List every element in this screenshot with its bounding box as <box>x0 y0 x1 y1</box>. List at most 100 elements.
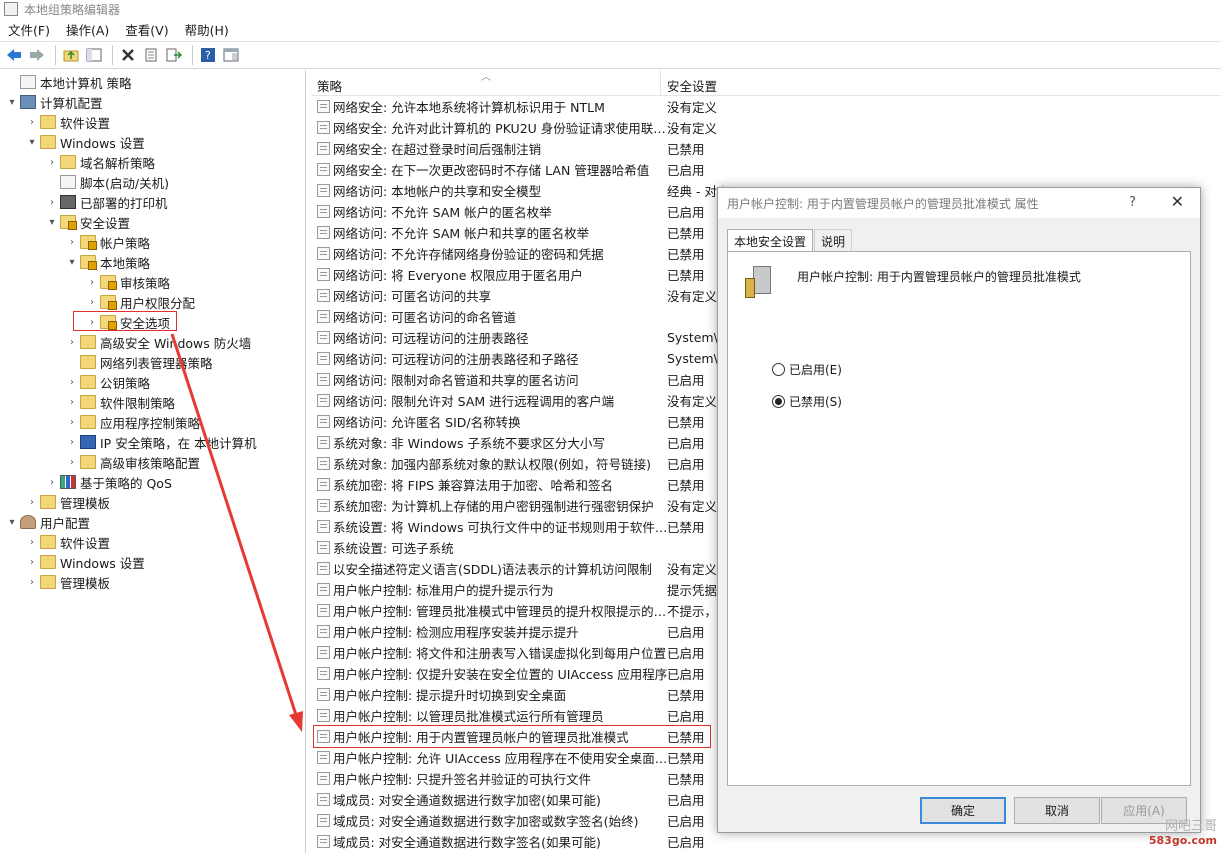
tree-item-label: 计算机配置 <box>40 95 103 111</box>
expand-arrow-icon[interactable]: › <box>66 437 78 448</box>
policy-name: 系统加密: 为计算机上存储的用户密钥强制进行强密钥保护 <box>333 499 654 514</box>
folder-icon <box>80 455 96 469</box>
tree-item-label: 基于策略的 QoS <box>80 475 172 491</box>
toolbar-separator <box>192 45 193 65</box>
policy-setting: 已禁用 <box>667 478 705 493</box>
policy-setting: 不提示，直 <box>667 604 723 619</box>
dialog-title-bar[interactable]: 用户帐户控制: 用于内置管理员帐户的管理员批准模式 属性 ? ✕ <box>718 188 1200 218</box>
help-button[interactable]: ? <box>1129 195 1136 210</box>
radio-enabled-label: 已启用(E) <box>789 363 842 377</box>
tree-item[interactable]: › 软件限制策略 <box>66 392 175 412</box>
tree-item-label: Windows 设置 <box>60 135 145 151</box>
expand-arrow-icon[interactable]: › <box>26 557 38 568</box>
expand-arrow-icon[interactable]: › <box>66 377 78 388</box>
expand-arrow-icon[interactable]: › <box>26 537 38 548</box>
expand-arrow-icon[interactable]: › <box>26 497 38 508</box>
tree-item-label: IP 安全策略，在 本地计算机 <box>100 435 257 451</box>
expand-arrow-icon[interactable]: › <box>26 117 38 128</box>
tree-item-label: 管理模板 <box>60 575 111 591</box>
tree-item-label: 域名解析策略 <box>80 155 156 171</box>
tree-item[interactable]: › IP 安全策略，在 本地计算机 <box>66 432 257 452</box>
help-icon[interactable]: ? <box>198 45 218 65</box>
tree-item[interactable]: ▾ 计算机配置 <box>6 92 103 112</box>
tree-item[interactable]: › 软件设置 <box>26 532 110 552</box>
tab-explain[interactable]: 说明 <box>814 229 853 252</box>
tree-item[interactable]: › 公钥策略 <box>66 372 150 392</box>
policy-name: 系统设置: 将 Windows 可执行文件中的证书规则用于软件… <box>333 520 668 535</box>
tree-item[interactable]: › 高级审核策略配置 <box>66 452 200 472</box>
tree-item[interactable]: 本地计算机 策略 <box>6 72 131 92</box>
expand-arrow-icon[interactable]: › <box>86 297 98 308</box>
tree-item[interactable]: › 已部署的打印机 <box>46 192 168 212</box>
forward-icon[interactable] <box>27 45 47 65</box>
column-divider[interactable] <box>660 70 661 96</box>
policy-row[interactable]: 网络安全: 在下一次更改密码时不存储 LAN 管理器哈希值 已启用 <box>311 159 1221 180</box>
policy-name: 域成员: 对安全通道数据进行数字加密(如果可能) <box>333 793 601 808</box>
policy-setting: 经典 - 对本地用户进行… <box>667 184 723 199</box>
column-policy[interactable]: 策略 <box>317 76 342 95</box>
tree-item[interactable]: › 管理模板 <box>26 492 110 512</box>
tree-item[interactable]: › 审核策略 <box>86 272 170 292</box>
tree-item[interactable]: › 基于策略的 QoS <box>46 472 172 492</box>
cancel-button[interactable]: 取消 <box>1014 797 1100 824</box>
expand-arrow-icon[interactable]: › <box>66 337 78 348</box>
folder-icon <box>40 535 56 549</box>
expand-arrow-icon[interactable]: › <box>66 457 78 468</box>
up-folder-icon[interactable] <box>61 45 81 65</box>
extend-view-icon[interactable] <box>221 45 241 65</box>
policy-row[interactable]: 网络安全: 允许对此计算机的 PKU2U 身份验证请求使用联… 没有定义 <box>311 117 1221 138</box>
folder-icon <box>80 355 96 369</box>
expand-arrow-icon[interactable]: ▾ <box>6 517 18 528</box>
expand-arrow-icon[interactable]: ▾ <box>66 257 78 268</box>
show-hide-tree-icon[interactable] <box>84 45 104 65</box>
radio-enabled[interactable]: 已启用(E) <box>772 361 842 378</box>
properties-icon[interactable] <box>141 45 161 65</box>
expand-arrow-icon[interactable]: ▾ <box>6 97 18 108</box>
tree-item[interactable]: › 帐户策略 <box>66 232 150 252</box>
policy-icon <box>317 310 330 323</box>
tree-item[interactable]: › 高级安全 Windows 防火墙 <box>66 332 251 352</box>
expand-arrow-icon[interactable]: ▾ <box>46 217 58 228</box>
expand-arrow-icon[interactable]: › <box>46 197 58 208</box>
policy-row[interactable]: 网络安全: 在超过登录时间后强制注销 已禁用 <box>311 138 1221 159</box>
tab-local-security-setting[interactable]: 本地安全设置 <box>727 229 814 253</box>
expand-arrow-icon[interactable]: ▾ <box>26 137 38 148</box>
menu-action[interactable]: 操作(A) <box>58 20 117 39</box>
menu-help[interactable]: 帮助(H) <box>177 20 237 39</box>
radio-enabled-dot[interactable] <box>772 363 785 376</box>
radio-disabled[interactable]: 已禁用(S) <box>772 393 842 410</box>
tree-item[interactable]: ▾ 本地策略 <box>66 252 150 272</box>
policy-name: 用户帐户控制: 检测应用程序安装并提示提升 <box>333 625 579 640</box>
tree-item[interactable]: ▾ 用户配置 <box>6 512 90 532</box>
tree-item[interactable]: 网络列表管理器策略 <box>66 352 213 372</box>
tree-item[interactable]: › 软件设置 <box>26 112 110 132</box>
tree-item[interactable]: › 用户权限分配 <box>86 292 195 312</box>
folder-icon <box>60 155 76 169</box>
policy-icon <box>317 163 330 176</box>
expand-arrow-icon[interactable]: › <box>66 237 78 248</box>
policy-row[interactable]: 域成员: 对安全通道数据进行数字签名(如果可能) 已启用 <box>311 831 1221 852</box>
delete-icon[interactable] <box>118 45 138 65</box>
tree-item[interactable]: › Windows 设置 <box>26 552 145 572</box>
tree-item[interactable]: › 应用程序控制策略 <box>66 412 200 432</box>
expand-arrow-icon[interactable]: › <box>86 277 98 288</box>
expand-arrow-icon[interactable]: › <box>66 417 78 428</box>
expand-arrow-icon[interactable]: › <box>66 397 78 408</box>
tree-item[interactable]: 脚本(启动/关机) <box>46 172 169 192</box>
tree-item[interactable]: ▾ 安全设置 <box>46 212 130 232</box>
tree-item[interactable]: ▾ Windows 设置 <box>26 132 145 152</box>
tree-item[interactable]: › 域名解析策略 <box>46 152 155 172</box>
expand-arrow-icon[interactable]: › <box>46 477 58 488</box>
close-button[interactable]: ✕ <box>1171 192 1184 211</box>
export-icon[interactable] <box>164 45 184 65</box>
expand-arrow-icon[interactable]: › <box>46 157 58 168</box>
policy-row[interactable]: 网络安全: 允许本地系统将计算机标识用于 NTLM 没有定义 <box>311 96 1221 117</box>
radio-disabled-dot[interactable] <box>772 395 785 408</box>
expand-arrow-icon[interactable]: › <box>26 577 38 588</box>
menu-file[interactable]: 文件(F) <box>0 20 58 39</box>
tree-item[interactable]: › 管理模板 <box>26 572 110 592</box>
ok-button[interactable]: 确定 <box>920 797 1006 824</box>
back-icon[interactable] <box>4 45 24 65</box>
menu-view[interactable]: 查看(V) <box>117 20 176 39</box>
column-setting[interactable]: 安全设置 <box>667 76 717 95</box>
